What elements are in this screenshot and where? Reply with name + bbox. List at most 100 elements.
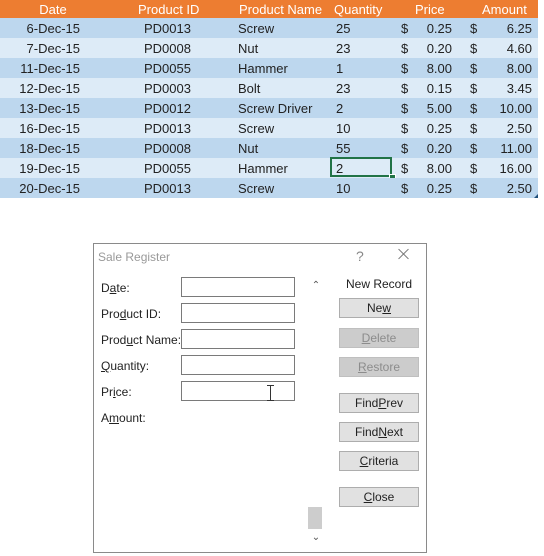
amount-value: 2.50 (506, 120, 532, 136)
table-resize-handle[interactable] (534, 194, 538, 198)
price-value: 0.25 (426, 180, 452, 196)
amount-cell[interactable]: $10.00 (466, 98, 538, 118)
product-name-cell[interactable]: Nut (227, 38, 332, 58)
quantity-cell[interactable]: 23 (332, 38, 395, 58)
currency-symbol: $ (470, 140, 478, 156)
find-next-button[interactable]: Find Next (339, 422, 419, 442)
criteria-button[interactable]: Criteria (339, 451, 419, 471)
amount-cell[interactable]: $2.50 (466, 178, 538, 198)
price-cell[interactable]: $0.25 (395, 18, 466, 38)
product-id-label: Product ID: (101, 307, 162, 321)
delete-button[interactable]: Delete (339, 328, 419, 348)
quantity-cell[interactable]: 10 (332, 178, 395, 198)
date-cell[interactable]: 7-Dec-15 (0, 38, 98, 58)
product-id-cell[interactable]: PD0008 (98, 138, 227, 158)
quantity-cell[interactable]: 10 (332, 118, 395, 138)
currency-symbol: $ (401, 100, 409, 116)
product-name-cell[interactable]: Nut (227, 138, 332, 158)
new-button[interactable]: Ne w (339, 298, 419, 318)
close-button[interactable]: Close (339, 487, 419, 507)
find-prev-button[interactable]: Find Prev (339, 393, 419, 413)
quantity-cell[interactable]: 25 (332, 18, 395, 38)
price-field[interactable] (181, 381, 295, 401)
table-row: 7-Dec-15 PD0008 Nut 23 $0.20 $4.60 (0, 38, 538, 58)
date-cell[interactable]: 18-Dec-15 (0, 138, 98, 158)
product-id-cell[interactable]: PD0013 (98, 118, 227, 138)
price-value: 0.20 (426, 140, 452, 156)
date-cell[interactable]: 6-Dec-15 (0, 18, 98, 38)
price-value: 0.25 (426, 20, 452, 36)
header-price[interactable]: Price (395, 0, 466, 18)
amount-cell[interactable]: $8.00 (466, 58, 538, 78)
header-product-id[interactable]: Product ID (98, 0, 227, 18)
date-cell[interactable]: 20-Dec-15 (0, 178, 98, 198)
table-row: 16-Dec-15 PD0013 Screw 10 $0.25 $2.50 (0, 118, 538, 138)
price-value: 0.25 (426, 120, 452, 136)
amount-cell[interactable]: $6.25 (466, 18, 538, 38)
header-product-name[interactable]: Product Name (227, 0, 332, 18)
amount-cell[interactable]: $2.50 (466, 118, 538, 138)
product-name-cell[interactable]: Screw (227, 118, 332, 138)
price-cell[interactable]: $0.25 (395, 178, 466, 198)
date-field[interactable] (181, 277, 295, 297)
amount-cell[interactable]: $16.00 (466, 158, 538, 178)
product-name-cell[interactable]: Screw (227, 18, 332, 38)
product-id-cell[interactable]: PD0055 (98, 58, 227, 78)
close-icon[interactable] (396, 246, 412, 262)
table-row: 13-Dec-15 PD0012 Screw Driver 2 $5.00 $10.00 (0, 98, 538, 118)
product-id-cell[interactable]: PD0003 (98, 78, 227, 98)
record-scrollbar[interactable]: ⌃ ⌄ (308, 277, 324, 547)
amount-cell[interactable]: $11.00 (466, 138, 538, 158)
price-cell[interactable]: $0.20 (395, 38, 466, 58)
currency-symbol: $ (470, 40, 478, 56)
product-name-cell[interactable]: Hammer (227, 58, 332, 78)
scroll-thumb[interactable] (308, 507, 322, 529)
quantity-cell[interactable]: 2 (332, 98, 395, 118)
sale-register-dialog: Sale Register ? Date: Product ID: Produc… (93, 243, 427, 553)
price-cell[interactable]: $0.20 (395, 138, 466, 158)
date-cell[interactable]: 16-Dec-15 (0, 118, 98, 138)
quantity-cell[interactable]: 23 (332, 78, 395, 98)
quantity-field[interactable] (181, 355, 295, 375)
quantity-cell[interactable]: 55 (332, 138, 395, 158)
help-button[interactable]: ? (356, 248, 364, 264)
product-id-cell[interactable]: PD0055 (98, 158, 227, 178)
price-cell[interactable]: $5.00 (395, 98, 466, 118)
header-date[interactable]: Date (0, 0, 98, 18)
price-value: 8.00 (426, 160, 452, 176)
product-name-cell[interactable]: Screw Driver (227, 98, 332, 118)
header-quantity[interactable]: Quantity (332, 0, 395, 18)
header-amount[interactable]: Amount (466, 0, 538, 18)
product-id-cell[interactable]: PD0008 (98, 38, 227, 58)
restore-button[interactable]: Restore (339, 357, 419, 377)
product-name-cell[interactable]: Hammer (227, 158, 332, 178)
product-id-cell[interactable]: PD0013 (98, 178, 227, 198)
active-cell-border (330, 157, 392, 177)
product-id-field[interactable] (181, 303, 295, 323)
date-cell[interactable]: 11-Dec-15 (0, 58, 98, 78)
product-name-field[interactable] (181, 329, 295, 349)
date-cell[interactable]: 19-Dec-15 (0, 158, 98, 178)
price-cell[interactable]: $8.00 (395, 158, 466, 178)
price-cell[interactable]: $0.15 (395, 78, 466, 98)
quantity-cell[interactable]: 1 (332, 58, 395, 78)
product-name-cell[interactable]: Bolt (227, 78, 332, 98)
table-row: 11-Dec-15 PD0055 Hammer 1 $8.00 $8.00 (0, 58, 538, 78)
currency-symbol: $ (470, 160, 478, 176)
product-id-cell[interactable]: PD0012 (98, 98, 227, 118)
product-id-cell[interactable]: PD0013 (98, 18, 227, 38)
header-row: Date Product ID Product Name Quantity Pr… (0, 0, 538, 18)
price-cell[interactable]: $0.25 (395, 118, 466, 138)
date-label: Date: (101, 281, 130, 295)
currency-symbol: $ (401, 120, 409, 136)
amount-cell[interactable]: $4.60 (466, 38, 538, 58)
amount-cell[interactable]: $3.45 (466, 78, 538, 98)
amount-value: 11.00 (500, 140, 532, 156)
date-cell[interactable]: 12-Dec-15 (0, 78, 98, 98)
product-name-cell[interactable]: Screw (227, 178, 332, 198)
scroll-up-icon[interactable]: ⌃ (308, 277, 324, 293)
scroll-down-icon[interactable]: ⌄ (308, 529, 324, 545)
date-cell[interactable]: 13-Dec-15 (0, 98, 98, 118)
currency-symbol: $ (470, 80, 478, 96)
price-cell[interactable]: $8.00 (395, 58, 466, 78)
